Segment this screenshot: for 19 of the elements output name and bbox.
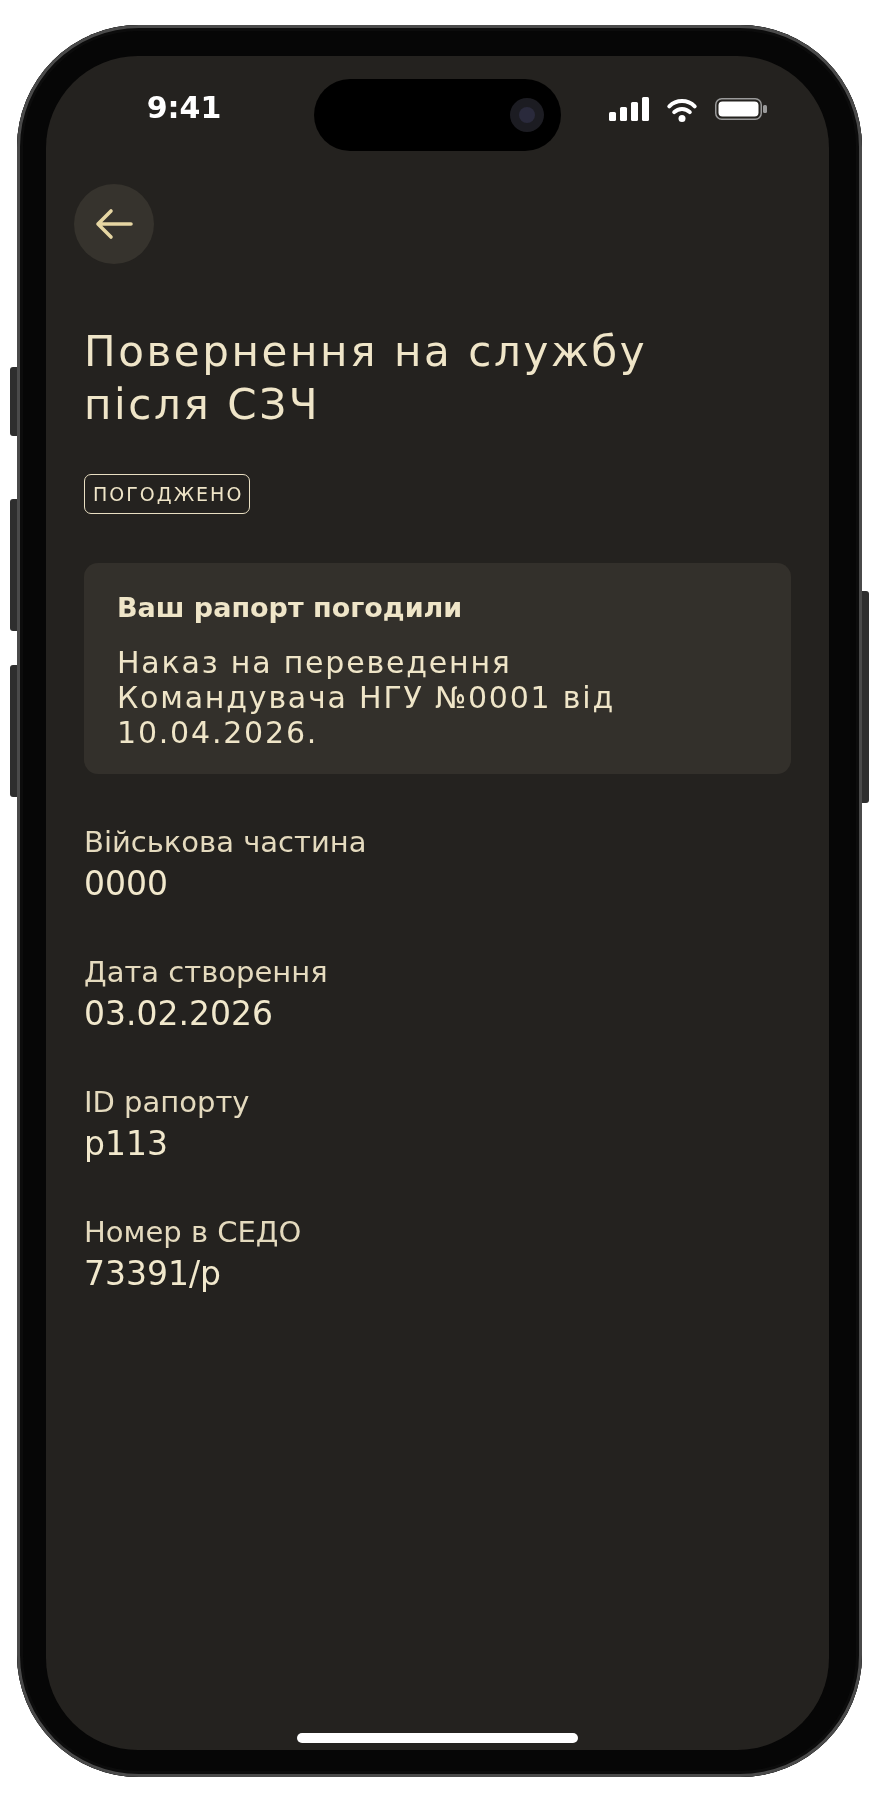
notice-title: Ваш рапорт погодили bbox=[117, 591, 463, 625]
camera-lens-icon bbox=[510, 98, 544, 132]
field-label: Номер в СЕДО bbox=[84, 1214, 302, 1250]
field-value: 0000 bbox=[84, 864, 168, 904]
field-label: Військова частина bbox=[84, 824, 367, 860]
status-badge: ПОГОДЖЕНО bbox=[84, 474, 251, 514]
page-title: Повернення на службу після СЗЧ bbox=[84, 326, 649, 431]
wifi-icon bbox=[666, 96, 698, 122]
battery-icon bbox=[715, 98, 767, 120]
field-value: р113 bbox=[84, 1124, 168, 1164]
signal-icon bbox=[609, 97, 649, 121]
phone-side-key bbox=[10, 367, 17, 436]
field-label: ID рапорту bbox=[84, 1084, 250, 1120]
field-value: 03.02.2026 bbox=[84, 994, 273, 1034]
status-time: 9:41 bbox=[146, 90, 222, 126]
field-value: 73391/р bbox=[84, 1254, 222, 1294]
notice-text: Наказ на переведення Командувача НГУ №0001 від 10.04.2026. bbox=[117, 645, 616, 750]
back-arrow-icon bbox=[95, 208, 133, 240]
field-label: Дата створення bbox=[84, 954, 328, 990]
